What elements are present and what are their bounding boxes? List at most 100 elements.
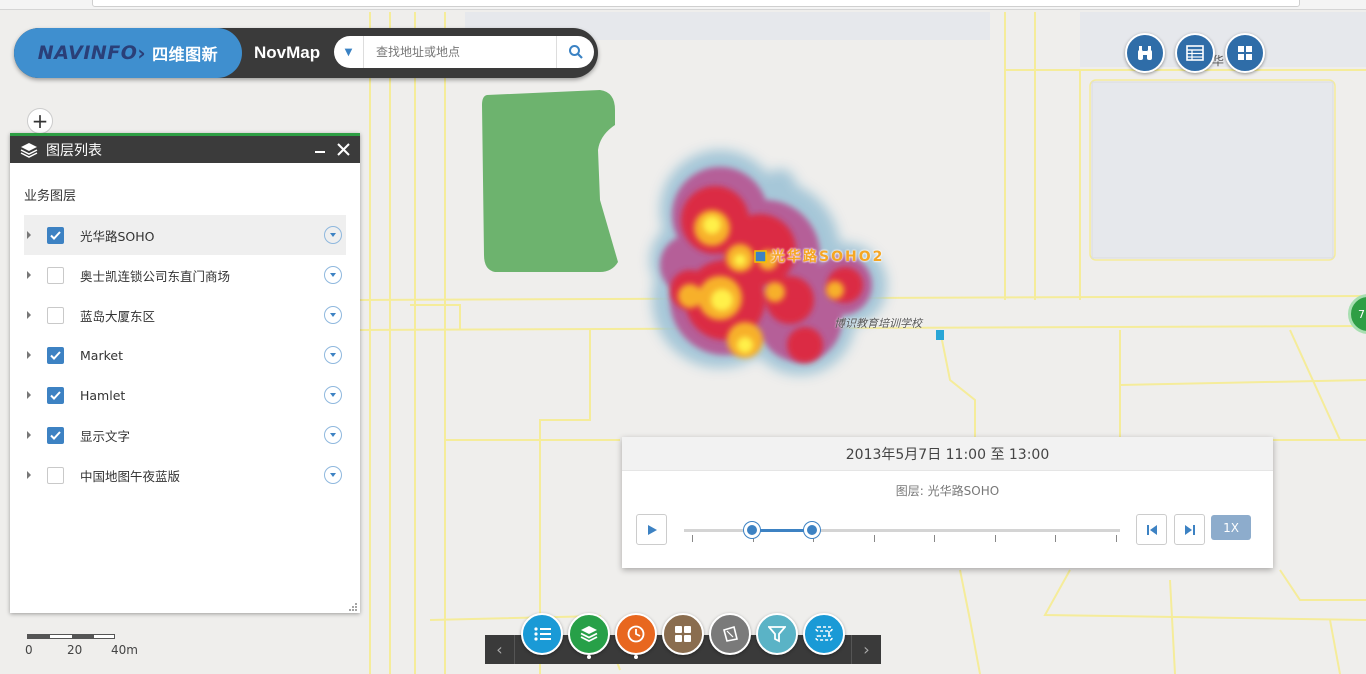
scale-label-0: 0	[25, 643, 33, 657]
expand-caret-icon[interactable]	[27, 471, 31, 479]
filter-tool-button[interactable]	[756, 613, 798, 655]
address-bar[interactable]	[92, 0, 1300, 7]
park-area	[482, 90, 618, 272]
time-slider-start-handle[interactable]	[744, 522, 761, 538]
check-icon	[50, 390, 61, 400]
layers-tool-button[interactable]	[568, 613, 610, 655]
time-tick	[873, 535, 875, 542]
layer-checkbox[interactable]	[47, 386, 64, 404]
close-icon[interactable]	[337, 143, 350, 156]
logo-chevron-icon: ›	[137, 41, 147, 65]
calculator-icon	[675, 626, 691, 642]
caret-down-icon	[330, 473, 336, 477]
expand-caret-icon[interactable]	[27, 351, 31, 359]
time-slider-panel: 2013年5月7日 11:00 至 13:00 图层: 光华路SOHO 1X	[622, 437, 1273, 568]
layer-panel: 图层列表 业务图层 光华路SOHO 奥士凯连锁公司东直门商场蓝岛大厦东区 Marke…	[10, 133, 360, 613]
skip-forward-icon	[1184, 524, 1195, 535]
layer-options-button[interactable]	[324, 386, 342, 404]
previous-button[interactable]	[1136, 514, 1167, 545]
clock-icon	[627, 625, 645, 643]
layer-row[interactable]: 光华路SOHO	[24, 215, 346, 255]
search-button[interactable]	[556, 36, 594, 68]
layer-panel-title: 图层列表	[46, 142, 102, 159]
search-type-dropdown[interactable]: ▼	[334, 36, 364, 68]
layer-name: 中国地图午夜蓝版	[80, 468, 181, 484]
scale-label-1: 20	[67, 643, 83, 657]
layer-options-button[interactable]	[324, 226, 342, 244]
binoculars-icon	[1138, 46, 1152, 60]
grid-icon	[1238, 46, 1252, 60]
measure-tool-button[interactable]	[709, 613, 751, 655]
layer-row[interactable]: 显示文字	[24, 415, 346, 455]
list-tool-button[interactable]	[521, 613, 563, 655]
time-slider-range	[752, 529, 812, 532]
layer-checkbox[interactable]	[47, 306, 64, 324]
caret-down-icon	[330, 313, 336, 317]
layer-options-button[interactable]	[324, 306, 342, 324]
search-input[interactable]	[364, 38, 556, 66]
time-tick	[692, 535, 693, 542]
grid-button[interactable]	[1225, 33, 1265, 73]
layer-row[interactable]: 奥士凯连锁公司东直门商场	[24, 255, 346, 295]
toolbar-prev-button[interactable]: ‹	[485, 635, 515, 664]
caret-down-icon: ▼	[344, 46, 353, 58]
time-slider-end-handle[interactable]	[803, 522, 820, 538]
layers-icon	[580, 626, 598, 643]
school-marker-icon[interactable]	[936, 330, 944, 340]
speed-button[interactable]: 1X	[1211, 515, 1251, 540]
binoculars-button[interactable]	[1125, 33, 1165, 73]
browser-chrome	[0, 0, 1366, 10]
play-button[interactable]	[636, 514, 667, 545]
search-box: ▼	[334, 36, 594, 68]
layer-checkbox[interactable]	[47, 466, 64, 484]
layer-options-button[interactable]	[324, 426, 342, 444]
layer-checkbox[interactable]	[47, 226, 64, 244]
toolbar-next-button[interactable]: ›	[851, 635, 881, 664]
next-button[interactable]	[1174, 514, 1205, 545]
expand-caret-icon[interactable]	[27, 431, 31, 439]
layer-checkbox[interactable]	[47, 346, 64, 364]
caret-down-icon	[330, 273, 336, 277]
zoom-in-button[interactable]: +	[27, 108, 53, 134]
layer-group-label: 业务图层	[24, 189, 77, 204]
layer-checkbox[interactable]	[47, 266, 64, 284]
chevron-right-icon: ›	[863, 640, 870, 659]
layers-icon	[20, 142, 38, 158]
expand-caret-icon[interactable]	[27, 391, 31, 399]
active-indicator	[587, 655, 591, 659]
expand-caret-icon[interactable]	[27, 231, 31, 239]
time-tick	[934, 535, 936, 542]
clock-tool-button[interactable]	[615, 613, 657, 655]
layer-options-button[interactable]	[324, 466, 342, 484]
chevron-left-icon: ‹	[496, 640, 503, 659]
measure-icon	[723, 625, 738, 642]
route-icon	[815, 626, 833, 641]
layer-options-button[interactable]	[324, 346, 342, 364]
layer-name: Hamlet	[80, 387, 126, 403]
brand-logo: NAVINFO › 四维图新	[14, 28, 242, 78]
poi-label-main: 光华路SOHO2	[771, 249, 885, 265]
calculator-tool-button[interactable]	[662, 613, 704, 655]
layer-name: 奥士凯连锁公司东直门商场	[80, 268, 231, 284]
route-tool-button[interactable]	[803, 613, 845, 655]
active-indicator	[634, 655, 638, 659]
table-button[interactable]	[1175, 33, 1215, 73]
scale-bar-graphic	[27, 634, 115, 639]
layer-options-button[interactable]	[324, 266, 342, 284]
layer-row[interactable]: Hamlet	[24, 375, 346, 415]
minimize-button[interactable]	[315, 150, 325, 153]
layer-name: 光华路SOHO	[80, 228, 155, 244]
layer-checkbox[interactable]	[47, 426, 64, 444]
resize-grip-icon[interactable]	[349, 603, 357, 611]
expand-caret-icon[interactable]	[27, 311, 31, 319]
poi-marker-icon[interactable]	[754, 250, 767, 263]
layer-row[interactable]: 中国地图午夜蓝版	[24, 455, 346, 495]
expand-caret-icon[interactable]	[27, 271, 31, 279]
map-app: 光华路SOHO2 博识教育培训学校 华 71 NAVINFO › 四维图新 No…	[0, 0, 1366, 674]
time-tick	[1055, 535, 1057, 542]
check-icon	[50, 430, 61, 440]
layer-row[interactable]: 蓝岛大厦东区	[24, 295, 346, 335]
layer-name: Market	[80, 347, 123, 363]
search-icon	[568, 45, 583, 59]
layer-row[interactable]: Market	[24, 335, 346, 375]
